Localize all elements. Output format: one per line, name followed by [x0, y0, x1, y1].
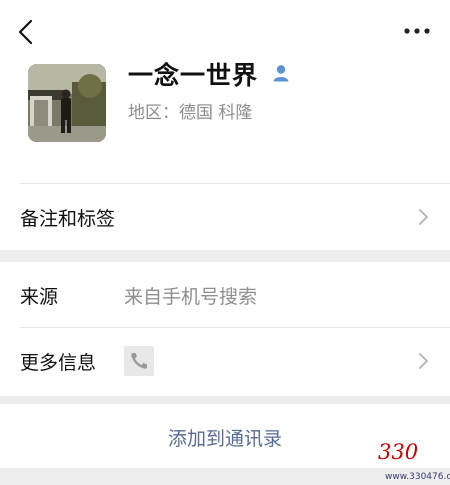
phone-icon [131, 353, 147, 369]
source-label: 来源 [20, 286, 59, 308]
chevron-right-icon [419, 353, 428, 369]
chevron-left-icon[interactable] [14, 18, 38, 46]
phone-badge [124, 346, 154, 376]
avatar-photo [28, 64, 106, 142]
profile-name: 一念一世界 [128, 61, 259, 90]
more-info-label: 更多信息 [20, 352, 97, 374]
profile-region: 地区：德国 科隆 [128, 103, 253, 123]
remarks-label: 备注和标签 [20, 208, 116, 230]
source-value: 来自手机号搜索 [124, 286, 258, 308]
watermark-url: www.330476.com [385, 472, 450, 482]
watermark-logo: 330 [378, 440, 419, 464]
user-icon [273, 65, 289, 82]
chevron-right-icon [419, 209, 428, 225]
avatar[interactable] [28, 64, 106, 142]
more-dots-icon[interactable] [402, 25, 432, 37]
